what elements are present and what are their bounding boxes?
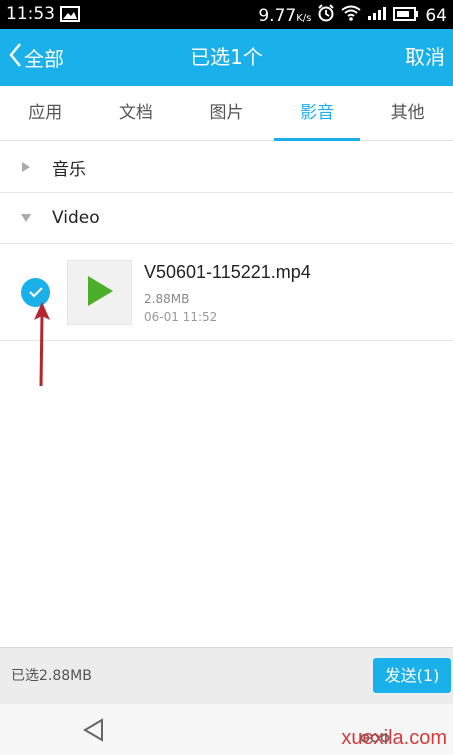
tab-media[interactable]: 影音 (272, 86, 363, 141)
page-title: 已选1个 (190, 45, 263, 69)
category-tabs: 应用 文档 图片 影音 其他 (0, 86, 453, 141)
nav-back-icon[interactable] (82, 718, 104, 746)
play-icon (86, 275, 114, 311)
back-label: 全部 (24, 47, 64, 71)
status-indicators: 9.77K/s 64 (258, 4, 447, 27)
signal-icon (367, 5, 387, 26)
title-bar: 全部 已选1个 取消 (0, 29, 453, 86)
file-size: 2.88MB (144, 292, 190, 306)
wifi-icon (341, 5, 361, 26)
file-date: 06-01 11:52 (144, 310, 218, 324)
status-bar: 11:53 9.77K/s 64 (0, 0, 453, 29)
image-notification-icon (60, 6, 80, 26)
send-button[interactable]: 发送(1) (373, 658, 451, 693)
cancel-button[interactable]: 取消 (405, 29, 445, 86)
battery-level: 64 (425, 5, 447, 26)
network-speed: 9.77K/s (258, 5, 312, 26)
group-label: Video (52, 208, 100, 228)
annotation-arrow-icon (30, 300, 54, 392)
tab-other[interactable]: 其他 (362, 86, 453, 140)
battery-icon (393, 6, 419, 26)
back-button[interactable]: 全部 (8, 29, 64, 86)
tab-apps[interactable]: 应用 (0, 86, 91, 140)
group-music[interactable]: 音乐 (0, 142, 453, 193)
group-video[interactable]: Video (0, 193, 453, 244)
video-thumbnail (67, 260, 132, 325)
file-name: V50601-115221.mp4 (144, 262, 311, 282)
alarm-icon (317, 4, 335, 27)
watermark: xuexila.com (341, 727, 447, 749)
selected-size: 已选2.88MB (11, 668, 92, 684)
group-label: 音乐 (52, 159, 86, 180)
status-time: 11:53 (6, 4, 55, 24)
triangle-right-icon (0, 161, 52, 173)
chevron-left-icon (8, 42, 22, 73)
tab-images[interactable]: 图片 (181, 86, 272, 140)
navigation-bar: xuexila.com (0, 704, 453, 755)
tab-documents[interactable]: 文档 (91, 86, 182, 140)
bottom-bar: 已选2.88MB 发送(1) (0, 647, 453, 704)
triangle-down-icon (0, 213, 52, 223)
